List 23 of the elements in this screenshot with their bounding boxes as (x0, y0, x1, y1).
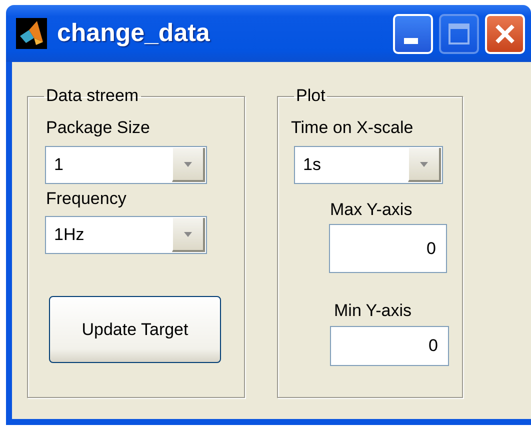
field-label: Time on X-scale (291, 118, 414, 138)
input-field[interactable]: 0 (330, 326, 449, 366)
surface-icon (16, 18, 47, 49)
field-label: Min Y-axis (334, 301, 412, 321)
field-label: Package Size (46, 118, 150, 138)
close-icon (494, 22, 516, 44)
maximize-icon (448, 22, 470, 44)
input-field[interactable]: 0 (329, 224, 447, 273)
dropdown[interactable]: 1Hz (45, 216, 207, 254)
close-button[interactable] (485, 14, 525, 54)
dropdown[interactable]: 1s (294, 146, 443, 184)
field-label: Max Y-axis (330, 200, 412, 220)
dropdown-arrow-icon (420, 162, 428, 166)
group-title: Data streem (45, 86, 140, 106)
group-title: Plot (295, 86, 326, 106)
minimize-icon (404, 38, 418, 44)
field-label: Frequency (46, 189, 126, 209)
window-title: change_data (57, 19, 211, 48)
dropdown-arrow-icon (184, 162, 192, 166)
minimize-button[interactable] (393, 14, 433, 54)
dropdown-arrow-icon (184, 232, 192, 236)
update-button[interactable]: Update Target (49, 296, 221, 363)
dropdown[interactable]: 1 (45, 146, 207, 184)
